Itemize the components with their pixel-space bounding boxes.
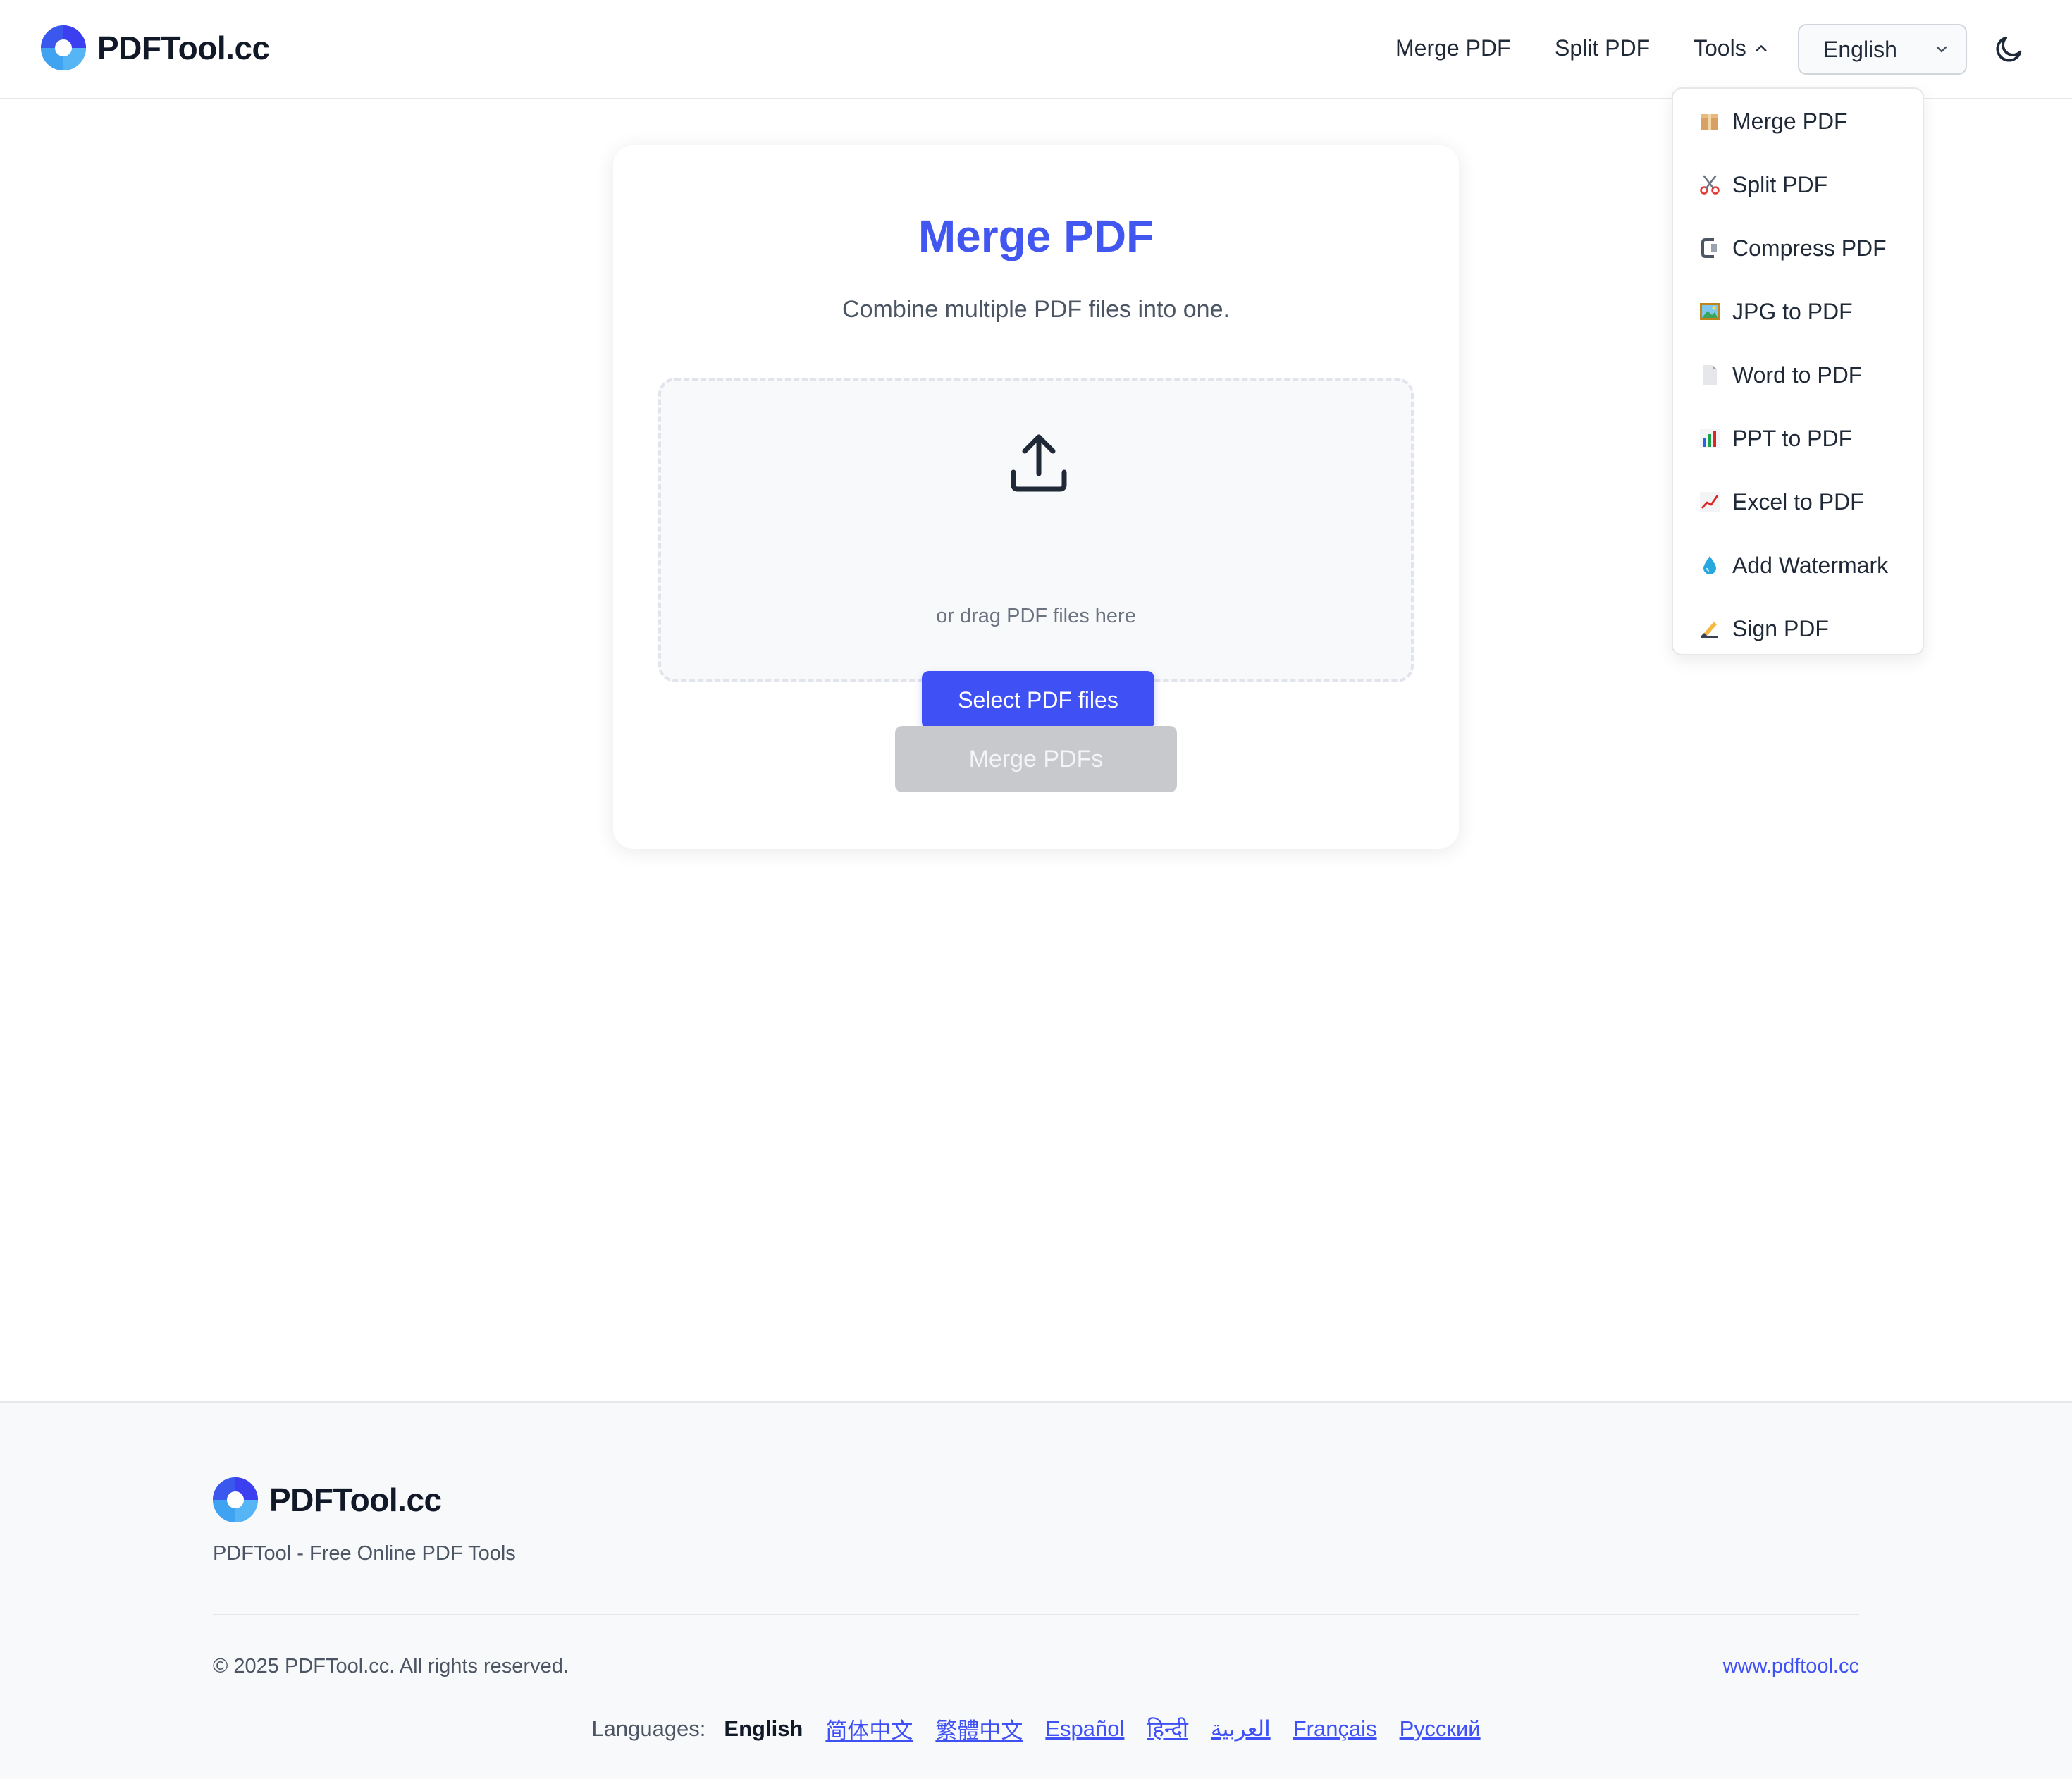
menu-item-label: Excel to PDF bbox=[1732, 488, 1864, 515]
footer-copyright: © 2025 PDFTool.cc. All rights reserved. bbox=[213, 1655, 569, 1678]
menu-item-sign-pdf[interactable]: Sign PDF bbox=[1698, 608, 1829, 650]
line-chart-icon bbox=[1698, 491, 1721, 513]
menu-item-label: PPT to PDF bbox=[1732, 425, 1853, 451]
page-subtitle: Combine multiple PDF files into one. bbox=[842, 296, 1230, 323]
scissors-icon bbox=[1698, 173, 1721, 196]
package-icon bbox=[1698, 110, 1721, 133]
file-dropzone[interactable]: Select PDF files bbox=[658, 378, 1414, 729]
languages-label: Languages: bbox=[591, 1716, 706, 1741]
language-link-ar[interactable]: العربية bbox=[1211, 1716, 1271, 1742]
footer-divider bbox=[213, 1614, 1859, 1615]
page-title: Merge PDF bbox=[918, 211, 1154, 261]
footer-site-link[interactable]: www.pdftool.cc bbox=[1723, 1655, 1859, 1678]
tools-dropdown-menu: Merge PDF Split PDF Compress PDF JPG to … bbox=[1672, 87, 1924, 655]
menu-item-split-pdf[interactable]: Split PDF bbox=[1698, 164, 1827, 206]
top-header: PDFTool.cc Merge PDF Split PDF Tools Eng… bbox=[0, 0, 2072, 99]
logo-icon bbox=[213, 1477, 258, 1522]
language-link-hi[interactable]: हिन्दी bbox=[1147, 1714, 1188, 1744]
menu-item-jpg-to-pdf[interactable]: JPG to PDF bbox=[1698, 290, 1853, 333]
picture-icon bbox=[1698, 300, 1721, 323]
select-pdf-files-button[interactable]: Select PDF files bbox=[922, 671, 1154, 729]
menu-item-compress-pdf[interactable]: Compress PDF bbox=[1698, 227, 1887, 269]
menu-item-label: Word to PDF bbox=[1732, 362, 1863, 388]
language-link-ru[interactable]: Русский bbox=[1400, 1716, 1481, 1742]
menu-item-label: JPG to PDF bbox=[1732, 298, 1853, 324]
current-language: English bbox=[724, 1716, 803, 1741]
language-link-zh-hans[interactable]: 简体中文 bbox=[825, 1713, 913, 1744]
language-link-es[interactable]: Español bbox=[1045, 1716, 1124, 1742]
site-logo[interactable]: PDFTool.cc bbox=[39, 24, 270, 72]
language-link-fr[interactable]: Français bbox=[1293, 1716, 1377, 1742]
upload-icon bbox=[1011, 434, 1067, 492]
nav-tools-label: Tools bbox=[1694, 35, 1746, 61]
droplet-icon bbox=[1698, 554, 1721, 577]
footer-languages: Languages: English 简体中文 繁體中文 Español हिन… bbox=[0, 1713, 2072, 1744]
page-icon bbox=[1698, 364, 1721, 386]
menu-item-label: Add Watermark bbox=[1732, 552, 1889, 578]
chevron-down-icon bbox=[1936, 46, 1947, 53]
language-select-value: English bbox=[1823, 36, 1897, 62]
menu-item-word-to-pdf[interactable]: Word to PDF bbox=[1698, 354, 1862, 396]
merge-card: Merge PDF Combine multiple PDF files int… bbox=[613, 145, 1459, 849]
footer-logo[interactable]: PDFTool.cc bbox=[211, 1476, 442, 1524]
language-select[interactable]: English bbox=[1798, 24, 1967, 75]
menu-item-ppt-to-pdf[interactable]: PPT to PDF bbox=[1698, 417, 1852, 460]
footer-logo-text: PDFTool.cc bbox=[269, 1482, 442, 1518]
menu-item-label: Merge PDF bbox=[1732, 108, 1848, 134]
logo-text: PDFTool.cc bbox=[97, 30, 270, 66]
merge-pdfs-button[interactable]: Merge PDFs bbox=[895, 726, 1177, 792]
footer-tagline: PDFTool - Free Online PDF Tools bbox=[213, 1542, 516, 1565]
menu-item-add-watermark[interactable]: Add Watermark bbox=[1698, 544, 1888, 586]
nav-tools-toggle[interactable]: Tools bbox=[1694, 35, 1769, 61]
page-footer: PDFTool.cc PDFTool - Free Online PDF Too… bbox=[0, 1401, 2072, 1779]
menu-item-merge-pdf[interactable]: Merge PDF bbox=[1698, 100, 1848, 142]
clamp-icon bbox=[1698, 237, 1721, 259]
bar-chart-icon bbox=[1698, 427, 1721, 450]
chevron-up-icon bbox=[1756, 44, 1767, 51]
menu-item-label: Compress PDF bbox=[1732, 235, 1887, 261]
menu-item-label: Sign PDF bbox=[1732, 615, 1829, 641]
language-link-zh-hant[interactable]: 繁體中文 bbox=[935, 1713, 1023, 1744]
nav-split-pdf[interactable]: Split PDF bbox=[1555, 35, 1650, 61]
writing-hand-icon bbox=[1698, 617, 1721, 640]
nav-merge-pdf[interactable]: Merge PDF bbox=[1395, 35, 1511, 61]
menu-item-label: Split PDF bbox=[1732, 171, 1828, 197]
menu-item-excel-to-pdf[interactable]: Excel to PDF bbox=[1698, 481, 1864, 523]
moon-icon[interactable] bbox=[1993, 32, 2025, 65]
logo-icon bbox=[41, 25, 86, 70]
drag-hint: or drag PDF files here bbox=[936, 605, 1136, 627]
